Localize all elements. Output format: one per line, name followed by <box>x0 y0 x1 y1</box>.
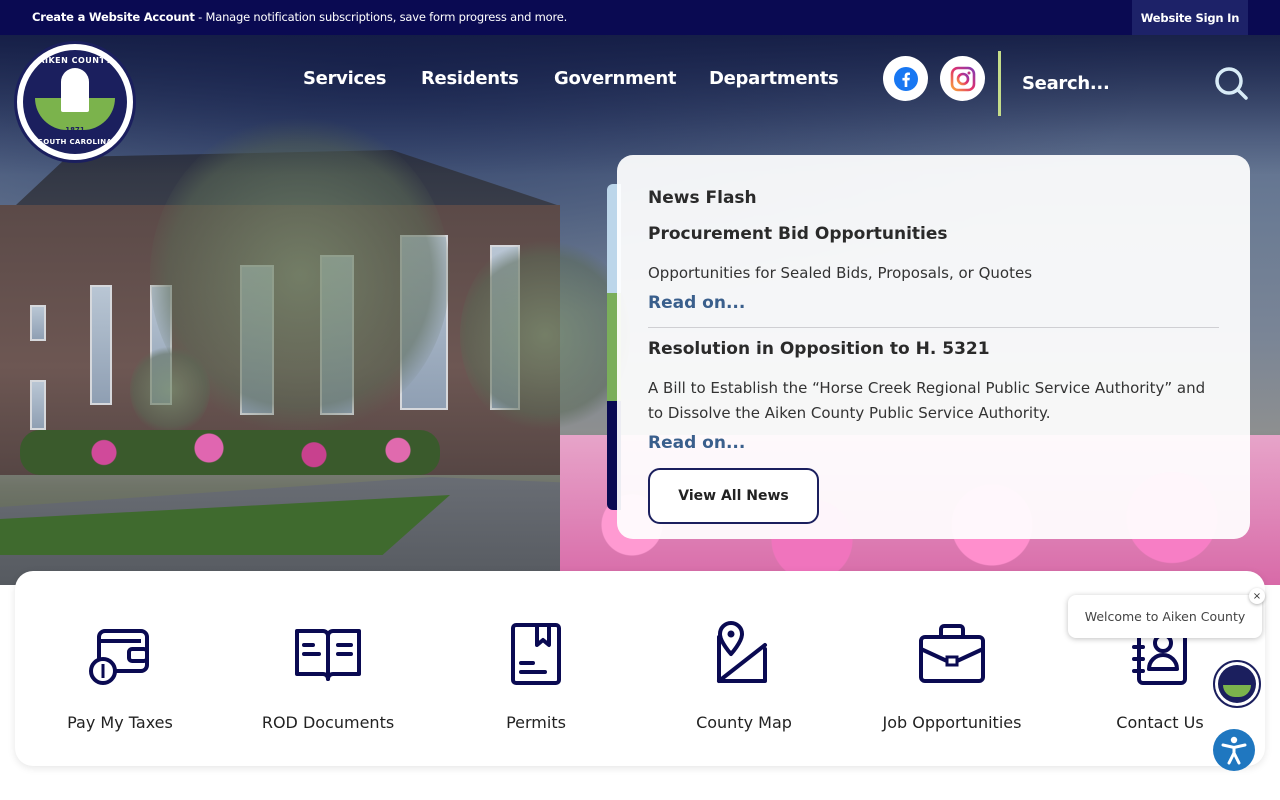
news-separator <box>648 327 1219 328</box>
open-book-icon <box>295 629 361 681</box>
quick-link-label: Pay My Taxes <box>67 713 173 732</box>
quick-link-permits[interactable]: Permits <box>441 619 631 732</box>
map-pin-icon <box>717 621 767 683</box>
wallet-coin-icon <box>89 629 149 685</box>
news-item-title[interactable]: Resolution in Opposition to H. 5321 <box>648 339 990 359</box>
facebook-button[interactable] <box>883 56 928 101</box>
website-sign-in-button[interactable]: Website Sign In <box>1132 0 1248 35</box>
logo-bottom-text: SOUTH CAROLINA <box>37 138 113 146</box>
logo-top-text: AIKEN COUNTY <box>38 56 112 65</box>
nav-departments[interactable]: Departments <box>709 68 839 89</box>
news-read-on-link[interactable]: Read on... <box>648 293 745 313</box>
top-bar: Create a Website Account - Manage notifi… <box>0 0 1280 35</box>
news-flash-panel: News Flash Procurement Bid Opportunities… <box>617 155 1250 539</box>
briefcase-icon <box>919 624 985 683</box>
accessibility-icon <box>1221 736 1247 765</box>
quick-link-label: Job Opportunities <box>882 713 1022 732</box>
quick-link-county-map[interactable]: County Map <box>649 619 839 732</box>
instagram-button[interactable] <box>940 56 985 101</box>
chat-close-button[interactable]: × <box>1249 588 1265 604</box>
create-account-message[interactable]: Create a Website Account - Manage notifi… <box>32 10 567 24</box>
nav-government[interactable]: Government <box>554 68 676 89</box>
news-item-description: Opportunities for Sealed Bids, Proposals… <box>648 264 1033 282</box>
chat-welcome-bubble[interactable]: Welcome to Aiken County <box>1068 595 1262 638</box>
quick-link-job-opportunities[interactable]: Job Opportunities <box>857 619 1047 732</box>
chat-launcher-avatar[interactable] <box>1213 660 1261 708</box>
nav-residents[interactable]: Residents <box>421 68 519 89</box>
search-icon <box>1215 67 1248 100</box>
accessibility-button[interactable] <box>1213 729 1255 771</box>
header-divider <box>998 51 1001 116</box>
quick-link-pay-my-taxes[interactable]: Pay My Taxes <box>25 619 215 732</box>
news-item-title[interactable]: Procurement Bid Opportunities <box>648 224 948 244</box>
news-read-on-link[interactable]: Read on... <box>648 433 745 453</box>
aiken-county-seal-logo[interactable]: AIKEN COUNTY 1871 SOUTH CAROLINA <box>14 41 136 163</box>
quick-link-rod-documents[interactable]: ROD Documents <box>233 619 423 732</box>
search-input[interactable]: Search... <box>1022 73 1110 94</box>
nav-services[interactable]: Services <box>303 68 386 89</box>
quick-link-label: Permits <box>506 713 566 732</box>
facebook-icon <box>893 66 918 91</box>
instagram-icon <box>950 66 975 91</box>
news-item-description: A Bill to Establish the “Horse Creek Reg… <box>648 379 1206 422</box>
logo-year: 1871 <box>65 126 85 134</box>
permit-document-icon <box>511 623 561 685</box>
create-account-description: - Manage notification subscriptions, sav… <box>194 10 568 24</box>
quick-link-label: County Map <box>696 713 792 732</box>
search-button[interactable] <box>1212 64 1250 102</box>
view-all-news-button[interactable]: View All News <box>648 468 819 524</box>
news-flash-label: News Flash <box>648 188 757 208</box>
quick-link-label: ROD Documents <box>261 713 395 732</box>
create-account-link[interactable]: Create a Website Account <box>32 10 195 24</box>
